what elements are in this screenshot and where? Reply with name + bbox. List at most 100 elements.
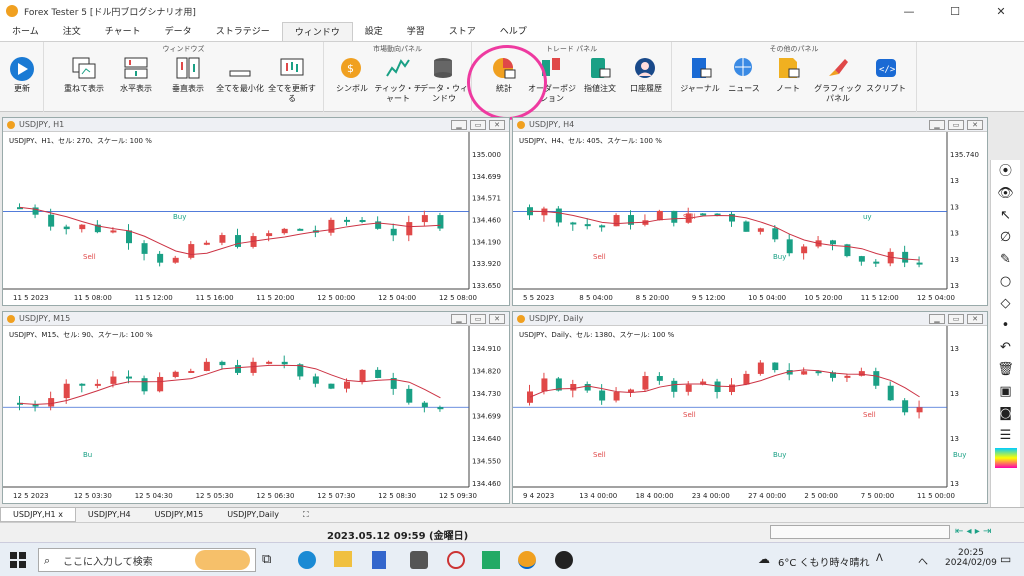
eraser-icon[interactable]: ◇	[995, 294, 1017, 314]
minimize-all-button[interactable]: 全てを最小化	[214, 56, 266, 94]
graphic-panel-button[interactable]: グラフィックパネル	[812, 56, 864, 104]
color-palette-icon[interactable]	[994, 448, 1017, 468]
menu-strategy[interactable]: ストラテジー	[204, 22, 282, 41]
panel-maximize-button[interactable]: ▭	[948, 120, 964, 130]
script-icon: </>	[873, 56, 899, 80]
menu-learn[interactable]: 学習	[395, 22, 437, 41]
chart-canvas[interactable]: 134.910 134.820 134.730 134.699 134.640 134.5…	[3, 326, 510, 504]
panel-minimize-button[interactable]: ▁	[451, 314, 467, 324]
account-history-button[interactable]: 口座履歴	[620, 56, 672, 94]
overlay-button[interactable]: 重ねて表示	[58, 56, 110, 94]
panel-close-button[interactable]: ✕	[489, 120, 505, 130]
playback-controls[interactable]: ⇤ ◂ ▸ ⇥	[955, 526, 991, 537]
tab-usdjpy-h4[interactable]: USDJPY,H4	[76, 508, 143, 522]
chart-panel-m15[interactable]: USDJPY, M15 ▁ ▭ ✕ 134.910 134.820 134.730 134…	[2, 311, 510, 504]
camera-icon[interactable]: ◙	[995, 404, 1017, 424]
price-tick-label: 13	[950, 480, 959, 488]
menu-home[interactable]: ホーム	[0, 22, 51, 41]
chart-canvas[interactable]: 135.000 134.699 134.571 134.460 134.190 133.9…	[3, 132, 510, 306]
panel-maximize-button[interactable]: ▭	[470, 314, 486, 324]
ime-indicator[interactable]: へ	[918, 553, 928, 568]
clock-date: 2024/02/09	[945, 558, 997, 568]
tick-chart-button[interactable]: ティック・チャート	[372, 56, 424, 104]
minimize-button[interactable]: —	[886, 0, 932, 22]
symbol-button[interactable]: $ シンボル	[326, 56, 378, 94]
panel-minimize-button[interactable]: ▁	[929, 120, 945, 130]
chart-panel-h4[interactable]: USDJPY, H4 ▁ ▭ ✕ 135.740 13 13 13 13 13 5 5 2023…	[512, 117, 988, 306]
stats-button[interactable]: 統計	[478, 56, 530, 94]
tile-horizontal-icon	[123, 56, 149, 80]
group-trade-title: トレード パネル	[545, 45, 598, 53]
script-button[interactable]: </> スクリプト	[860, 56, 912, 94]
app-icon-a[interactable]	[410, 551, 428, 569]
edge-icon[interactable]	[298, 551, 316, 569]
data-window-label: データ・ウィンドウ	[420, 84, 468, 103]
app-icon-b[interactable]	[447, 551, 465, 569]
weather-text[interactable]: 6°C くもり時々晴れ	[778, 554, 870, 569]
pending-orders-button[interactable]: 指値注文	[574, 56, 626, 94]
chart-canvas[interactable]: 135.740 13 13 13 13 13 5 5 2023 8 5 04:00 8 5 20…	[513, 132, 988, 306]
chart-canvas[interactable]: 13 13 13 13 9 4 2023 13 4 00:00 18 4 00:00 23 4…	[513, 326, 988, 504]
panel-close-button[interactable]: ✕	[967, 120, 983, 130]
clock[interactable]: 20:25 2024/02/09	[945, 548, 997, 568]
magnet-icon[interactable]: ∅	[995, 228, 1017, 248]
panel-close-button[interactable]: ✕	[489, 314, 505, 324]
pin-icon[interactable]: ⦿	[995, 162, 1017, 182]
tab-usdjpy-m15[interactable]: USDJPY,M15	[143, 508, 216, 522]
status-bar: 2023.05.12 09:59 (金曜日) ⇤ ◂ ▸ ⇥	[0, 522, 1024, 542]
app-icon-d[interactable]	[555, 551, 573, 569]
maximize-button[interactable]: ☐	[932, 0, 978, 22]
pencil-icon[interactable]: ✎	[995, 250, 1017, 270]
update-button[interactable]: 更新	[0, 56, 44, 94]
forex-tester-taskbar-icon[interactable]	[518, 551, 536, 569]
horizontal-button[interactable]: 水平表示	[110, 56, 162, 94]
tray-chevron-icon[interactable]: ᐱ	[876, 553, 883, 564]
panel-minimize-button[interactable]: ▁	[451, 120, 467, 130]
menu-window[interactable]: ウィンドウ	[281, 22, 353, 41]
fullscreen-icon[interactable]: ⛶	[291, 508, 321, 522]
menu-store[interactable]: ストア	[437, 22, 488, 41]
cursor-icon[interactable]: ↖	[995, 206, 1017, 226]
tab-usdjpy-h1[interactable]: USDJPY,H1 x	[0, 508, 76, 522]
folder-icon[interactable]	[334, 551, 352, 567]
menu-settings[interactable]: 設定	[353, 22, 395, 41]
menu-help[interactable]: ヘルプ	[488, 22, 539, 41]
notes-button[interactable]: ノート	[762, 56, 814, 94]
eye-icon[interactable]: 👁	[995, 184, 1017, 204]
close-button[interactable]: ✕	[978, 0, 1024, 22]
undo-icon[interactable]: ↶	[995, 338, 1017, 358]
panel-maximize-button[interactable]: ▭	[948, 314, 964, 324]
circle-icon[interactable]: ○	[995, 272, 1017, 292]
task-view-icon[interactable]: ⧉	[262, 552, 271, 567]
data-window-button[interactable]: データ・ウィンドウ	[418, 56, 470, 104]
panel-minimize-button[interactable]: ▁	[929, 314, 945, 324]
search-placeholder: ここに入力して検索	[63, 556, 153, 568]
tab-usdjpy-daily[interactable]: USDJPY,Daily	[215, 508, 291, 522]
candle-body	[266, 233, 273, 237]
update-all-button[interactable]: 全てを更新する	[266, 56, 318, 104]
cascade-icon	[71, 56, 97, 80]
calculator-icon[interactable]	[372, 551, 386, 569]
chart-scrollbar[interactable]	[770, 525, 950, 539]
clipboard-icon[interactable]: ☰	[995, 426, 1017, 446]
bus-icon[interactable]: ▣	[995, 382, 1017, 402]
menu-chart[interactable]: チャート	[93, 22, 153, 41]
app-icon-c[interactable]	[482, 551, 500, 569]
svg-text:$: $	[347, 62, 354, 75]
panel-close-button[interactable]: ✕	[967, 314, 983, 324]
order-position-button[interactable]: オーダーポジション	[526, 56, 578, 104]
notification-icon[interactable]: ▭	[1000, 552, 1011, 566]
tile-vertical-icon	[175, 56, 201, 80]
candle-body	[235, 235, 241, 247]
windows-start-icon[interactable]	[10, 552, 26, 568]
horizontal-label: 水平表示	[120, 84, 152, 93]
dot-icon[interactable]: •	[995, 316, 1017, 336]
chart-panel-h1[interactable]: USDJPY, H1 ▁ ▭ ✕ 135.000 134.699 134.571 134.…	[2, 117, 510, 306]
menu-order[interactable]: 注文	[51, 22, 93, 41]
trash-icon[interactable]: 🗑	[995, 360, 1017, 380]
menu-data[interactable]: データ	[153, 22, 204, 41]
vertical-button[interactable]: 垂直表示	[162, 56, 214, 94]
chart-panel-daily[interactable]: USDJPY, Daily ▁ ▭ ✕ 13 13 13 13 9 4 2023 13 4 0…	[512, 311, 988, 504]
tab-close-icon[interactable]: x	[58, 510, 63, 519]
panel-maximize-button[interactable]: ▭	[470, 120, 486, 130]
